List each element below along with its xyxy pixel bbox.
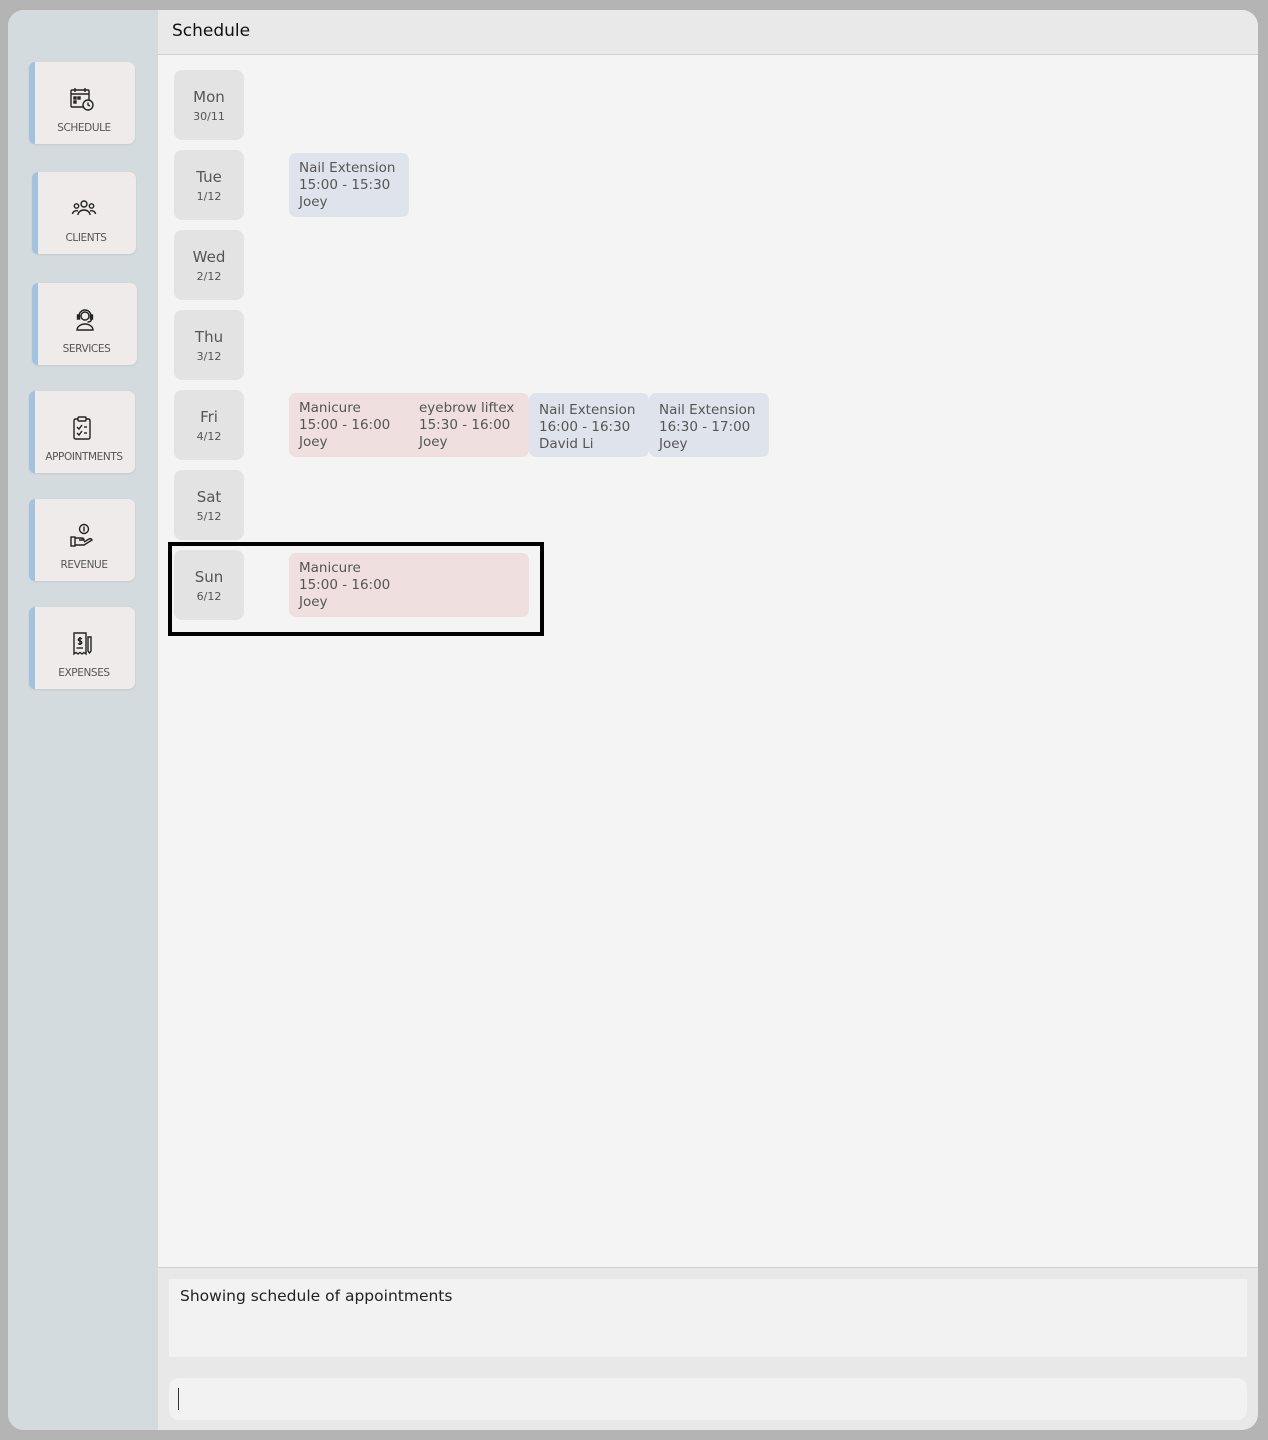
day-badge-sun: Sun 6/12 xyxy=(174,550,244,620)
sidebar-item-services[interactable]: SERVICES xyxy=(32,283,137,365)
appointment-time: 15:30 - 16:00 xyxy=(419,417,511,433)
result-display: Showing schedule of appointments xyxy=(169,1279,1247,1357)
sidebar-item-label: SCHEDULE xyxy=(57,122,111,134)
day-badge-thu: Thu 3/12 xyxy=(174,310,244,380)
sidebar-item-revenue[interactable]: REVENUE xyxy=(29,499,135,581)
sidebar-item-expenses[interactable]: EXPENSES xyxy=(29,607,135,689)
day-name: Tue xyxy=(196,168,222,186)
sidebar-item-clients[interactable]: CLIENTS xyxy=(32,172,136,254)
appointment-time: 15:00 - 15:30 xyxy=(299,177,391,193)
people-group-icon xyxy=(32,196,136,224)
day-name: Sat xyxy=(196,488,222,506)
day-badge-mon: Mon 30/11 xyxy=(174,70,244,140)
day-date: 3/12 xyxy=(196,350,222,363)
hand-coin-icon xyxy=(29,523,135,551)
sidebar-item-label: APPOINTMENTS xyxy=(45,451,123,463)
sidebar-item-schedule[interactable]: SCHEDULE xyxy=(29,62,135,144)
calendar-clock-icon xyxy=(29,86,135,114)
appointment-staff: Joey xyxy=(299,194,328,210)
appointment-staff: Joey xyxy=(659,436,688,452)
appointment-time: 15:00 - 16:00 xyxy=(299,577,391,593)
appointment-card[interactable]: Manicure 15:00 - 16:00 Joey eyebrow lift… xyxy=(289,393,529,457)
day-date: 2/12 xyxy=(196,270,222,283)
day-name: Wed xyxy=(192,248,226,266)
day-badge-tue: Tue 1/12 xyxy=(174,150,244,220)
appointment-time: 16:00 - 16:30 xyxy=(539,419,631,435)
appointment-service: Nail Extension xyxy=(299,160,396,176)
appointment-staff: Joey xyxy=(299,434,328,450)
day-badge-sat: Sat 5/12 xyxy=(174,470,244,540)
main-area: Schedule Mon 30/11 Tue 1/12 Nail Extensi… xyxy=(158,10,1258,1430)
day-badge-wed: Wed 2/12 xyxy=(174,230,244,300)
page-header: Schedule xyxy=(158,10,1258,55)
day-date: 30/11 xyxy=(193,110,225,123)
day-name: Sun xyxy=(194,568,224,586)
day-date: 4/12 xyxy=(196,430,222,443)
day-name: Thu xyxy=(194,328,224,346)
day-date: 5/12 xyxy=(196,510,222,523)
app-window: SCHEDULE CLIENTS SERVICES APPOINTMENTS R… xyxy=(8,10,1258,1430)
command-input[interactable] xyxy=(169,1378,1247,1420)
appointment-service: Nail Extension xyxy=(659,402,756,418)
sidebar-item-label: REVENUE xyxy=(60,559,108,571)
result-message: Showing schedule of appointments xyxy=(180,1287,453,1305)
appointment-staff: David Li xyxy=(539,436,594,452)
appointment-service: Manicure xyxy=(299,560,361,576)
appointment-card[interactable]: Manicure 15:00 - 16:00 Joey xyxy=(289,553,529,617)
appointment-card[interactable]: Nail Extension 16:30 - 17:00 Joey xyxy=(649,393,769,457)
sidebar-item-appointments[interactable]: APPOINTMENTS xyxy=(29,391,135,473)
clipboard-check-icon xyxy=(29,415,135,443)
day-name: Fri xyxy=(200,408,218,426)
appointment-card[interactable]: Nail Extension 15:00 - 15:30 Joey xyxy=(289,153,409,217)
text-cursor xyxy=(178,1388,179,1410)
sidebar-item-label: CLIENTS xyxy=(65,232,107,244)
day-badge-fri: Fri 4/12 xyxy=(174,390,244,460)
sidebar-item-label: SERVICES xyxy=(62,343,111,355)
appointment-time: 16:30 - 17:00 xyxy=(659,419,751,435)
appointment-staff: Joey xyxy=(299,594,328,610)
schedule-panel[interactable]: Mon 30/11 Tue 1/12 Nail Extension 15:00 … xyxy=(158,55,1258,1268)
appointment-service: Nail Extension xyxy=(539,402,636,418)
appointment-service: eyebrow liftex xyxy=(419,400,515,416)
receipt-dollar-icon xyxy=(29,631,135,659)
sidebar-item-label: EXPENSES xyxy=(58,667,110,679)
sidebar: SCHEDULE CLIENTS SERVICES APPOINTMENTS R… xyxy=(8,10,158,1430)
day-date: 1/12 xyxy=(196,190,222,203)
appointment-card[interactable]: Nail Extension 16:00 - 16:30 David Li xyxy=(529,393,649,457)
appointment-time: 15:00 - 16:00 xyxy=(299,417,391,433)
appointment-staff: Joey xyxy=(419,434,448,450)
appointment-service: Manicure xyxy=(299,400,361,416)
day-date: 6/12 xyxy=(196,590,222,603)
day-name: Mon xyxy=(193,88,225,106)
headset-person-icon xyxy=(32,307,137,335)
page-title: Schedule xyxy=(172,21,251,41)
appointment-overlap[interactable]: eyebrow liftex 15:30 - 16:00 Joey xyxy=(419,400,514,451)
